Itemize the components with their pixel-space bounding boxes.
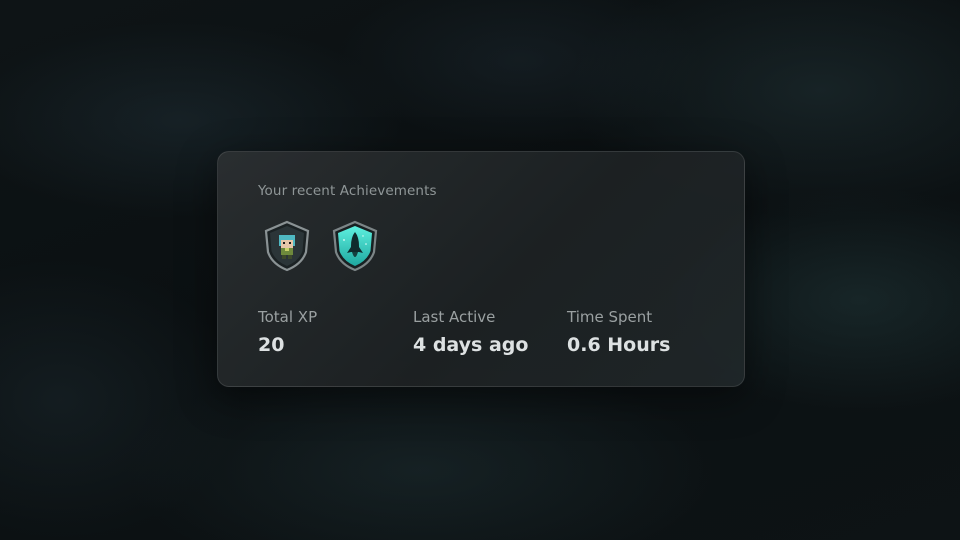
achievement-badge-rocket[interactable] xyxy=(330,220,380,272)
last-active-label: Last Active xyxy=(413,308,496,326)
pixel-character-shield-icon xyxy=(264,220,310,272)
badge-list xyxy=(262,220,380,272)
rocket-shield-icon xyxy=(332,220,378,272)
time-spent-label: Time Spent xyxy=(567,308,653,326)
total-xp-value: 20 xyxy=(258,334,285,356)
last-active-value: 4 days ago xyxy=(413,334,529,356)
stat-time-spent: Time Spent 0.6 Hours xyxy=(567,308,670,356)
total-xp-label: Total XP xyxy=(258,308,318,326)
time-spent-value: 0.6 Hours xyxy=(567,334,671,356)
stat-last-active: Last Active 4 days ago xyxy=(413,308,528,356)
achievements-card: Your recent Achievements Total XP 20 Las… xyxy=(217,151,745,387)
achievement-badge-character[interactable] xyxy=(262,220,312,272)
card-title: Your recent Achievements xyxy=(258,183,437,199)
stat-total-xp: Total XP 20 xyxy=(258,308,317,356)
